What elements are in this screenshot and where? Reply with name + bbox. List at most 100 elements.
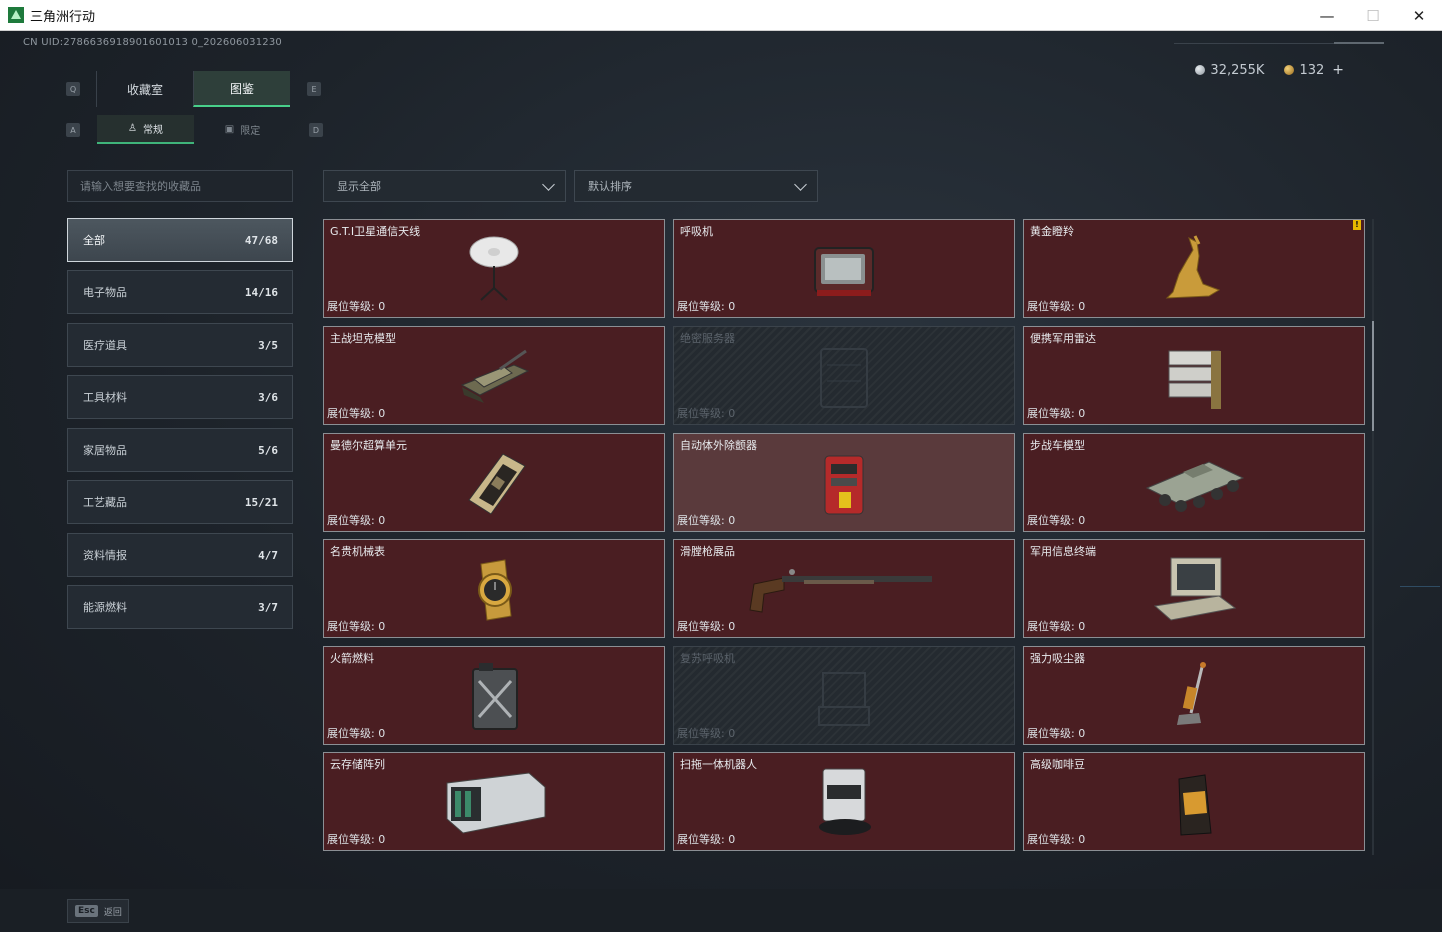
item-name: 复苏呼吸机 xyxy=(680,652,735,665)
item-level: 展位等级: 0 xyxy=(327,300,386,313)
minimize-button[interactable]: — xyxy=(1304,0,1350,31)
watch-icon xyxy=(478,559,512,621)
radar-icon xyxy=(1168,350,1221,409)
vacuum-icon xyxy=(1177,662,1206,725)
musket-icon xyxy=(749,569,932,613)
item-card[interactable]: G.T.I卫星通信天线 展位等级: 0 xyxy=(323,219,665,318)
key-hint-a: A xyxy=(66,123,80,137)
item-name: 火箭燃料 xyxy=(330,652,374,665)
item-card[interactable]: 主战坦克模型 展位等级: 0 xyxy=(323,326,665,425)
item-card[interactable]: 火箭燃料 展位等级: 0 xyxy=(323,646,665,745)
back-button[interactable]: Esc 返回 xyxy=(67,899,129,923)
category-label: 医疗道具 xyxy=(83,339,127,352)
gold-amount: 132 xyxy=(1299,62,1325,78)
maximize-button[interactable]: ☐ xyxy=(1350,0,1396,31)
subtab-limited-label: 限定 xyxy=(240,126,261,137)
collection-grid: G.T.I卫星通信天线 展位等级: 0 呼吸机 展位等级: 0 黄金瞪羚 ! 展… xyxy=(323,219,1365,852)
close-button[interactable]: ✕ xyxy=(1396,0,1442,31)
category-crafts[interactable]: 工艺藏品 15/21 xyxy=(67,480,293,524)
silver-coin-icon xyxy=(1195,65,1206,75)
item-card[interactable]: 黄金瞪羚 ! 展位等级: 0 xyxy=(1023,219,1365,318)
item-level: 展位等级: 0 xyxy=(327,727,386,740)
chevron-down-icon xyxy=(794,178,807,191)
item-card[interactable]: 扫拖一体机器人 展位等级: 0 xyxy=(673,752,1015,851)
ifv-model-icon xyxy=(1145,461,1245,512)
item-level: 展位等级: 0 xyxy=(677,407,736,420)
category-count: 5/6 xyxy=(258,443,278,457)
category-tools[interactable]: 工具材料 3/6 xyxy=(67,375,293,419)
item-level: 展位等级: 0 xyxy=(1027,300,1086,313)
grid-scrollbar-thumb[interactable] xyxy=(1372,321,1374,431)
item-card[interactable]: 自动体外除颤器 展位等级: 0 xyxy=(673,433,1015,532)
filter-dropdown-value: 显示全部 xyxy=(337,180,381,193)
subtab-normal-label: 常规 xyxy=(142,125,163,136)
item-card[interactable]: 呼吸机 展位等级: 0 xyxy=(673,219,1015,318)
category-label: 家居物品 xyxy=(83,444,127,457)
key-hint-d: D xyxy=(309,123,323,137)
gold-coin-icon xyxy=(1284,65,1295,75)
item-card[interactable]: 绝密服务器 展位等级: 0 xyxy=(673,326,1015,425)
item-card[interactable]: 强力吸尘器 展位等级: 0 xyxy=(1023,646,1365,745)
item-level: 展位等级: 0 xyxy=(327,514,386,527)
item-card[interactable]: 滑膛枪展品 展位等级: 0 xyxy=(673,539,1015,638)
item-card[interactable]: 曼德尔超算单元 展位等级: 0 xyxy=(323,433,665,532)
item-card[interactable]: 云存储阵列 展位等级: 0 xyxy=(323,752,665,851)
item-name: 名贵机械表 xyxy=(330,545,385,558)
window-titlebar: 三角洲行动 — ☐ ✕ xyxy=(0,0,1442,31)
app-logo-icon xyxy=(8,7,24,23)
supercomputer-unit-icon xyxy=(468,453,526,515)
item-card[interactable]: 复苏呼吸机 展位等级: 0 xyxy=(673,646,1015,745)
item-name: 滑膛枪展品 xyxy=(680,545,735,558)
item-name: G.T.I卫星通信天线 xyxy=(330,225,421,238)
item-name: 强力吸尘器 xyxy=(1030,652,1085,665)
category-count: 15/21 xyxy=(244,495,278,509)
category-count: 3/6 xyxy=(258,390,278,404)
subtab-normal[interactable]: ♙ 常规 xyxy=(97,115,194,144)
key-hint-q: Q xyxy=(66,82,80,96)
category-count: 4/7 xyxy=(258,548,278,562)
item-name: 军用信息终端 xyxy=(1030,545,1096,558)
item-level: 展位等级: 0 xyxy=(1027,727,1086,740)
item-name: 云存储阵列 xyxy=(330,758,385,771)
item-card[interactable]: 步战车模型 展位等级: 0 xyxy=(1023,433,1365,532)
decorative-line xyxy=(1400,586,1440,587)
item-card[interactable]: 便携军用雷达 展位等级: 0 xyxy=(1023,326,1365,425)
category-label: 工艺藏品 xyxy=(83,496,127,509)
item-card[interactable]: 高级咖啡豆 展位等级: 0 xyxy=(1023,752,1365,851)
category-label: 能源燃料 xyxy=(83,601,127,614)
category-intel[interactable]: 资料情报 4/7 xyxy=(67,533,293,577)
item-card[interactable]: 军用信息终端 展位等级: 0 xyxy=(1023,539,1365,638)
sort-dropdown[interactable]: 默认排序 xyxy=(574,170,818,202)
item-card[interactable]: 名贵机械表 展位等级: 0 xyxy=(323,539,665,638)
category-label: 电子物品 xyxy=(83,286,127,299)
window-controls: — ☐ ✕ xyxy=(1304,0,1442,31)
subtab-limited[interactable]: ▣ 限定 xyxy=(194,115,291,144)
defibrillator-icon xyxy=(824,455,864,515)
category-count: 47/68 xyxy=(244,233,278,247)
item-name: 黄金瞪羚 xyxy=(1030,225,1074,238)
category-count: 3/5 xyxy=(258,338,278,352)
resuscitator-icon xyxy=(818,672,870,726)
item-level: 展位等级: 0 xyxy=(677,514,736,527)
terminal-icon xyxy=(1153,557,1237,621)
item-name: 高级咖啡豆 xyxy=(1030,758,1085,771)
filter-dropdown[interactable]: 显示全部 xyxy=(323,170,566,202)
add-currency-button[interactable]: + xyxy=(1332,62,1344,78)
sort-dropdown-value: 默认排序 xyxy=(588,180,632,193)
tab-collection[interactable]: 收藏室 xyxy=(96,71,193,107)
category-electronics[interactable]: 电子物品 14/16 xyxy=(67,270,293,314)
grid-scrollbar[interactable] xyxy=(1372,219,1374,855)
item-level: 展位等级: 0 xyxy=(1027,514,1086,527)
player-uid: CN UID:2786636918901601013 0_20260603123… xyxy=(23,37,282,48)
category-medical[interactable]: 医疗道具 3/5 xyxy=(67,323,293,367)
tab-catalog[interactable]: 图鉴 xyxy=(193,71,290,107)
category-label: 全部 xyxy=(83,234,105,247)
category-household[interactable]: 家居物品 5/6 xyxy=(67,428,293,472)
category-all[interactable]: 全部 47/68 xyxy=(67,218,293,262)
satellite-dish-icon xyxy=(469,236,519,301)
silver-amount: 32,255K xyxy=(1210,62,1265,78)
item-name: 步战车模型 xyxy=(1030,439,1085,452)
search-input[interactable] xyxy=(67,170,293,202)
category-fuel[interactable]: 能源燃料 3/7 xyxy=(67,585,293,629)
item-level: 展位等级: 0 xyxy=(1027,833,1086,846)
